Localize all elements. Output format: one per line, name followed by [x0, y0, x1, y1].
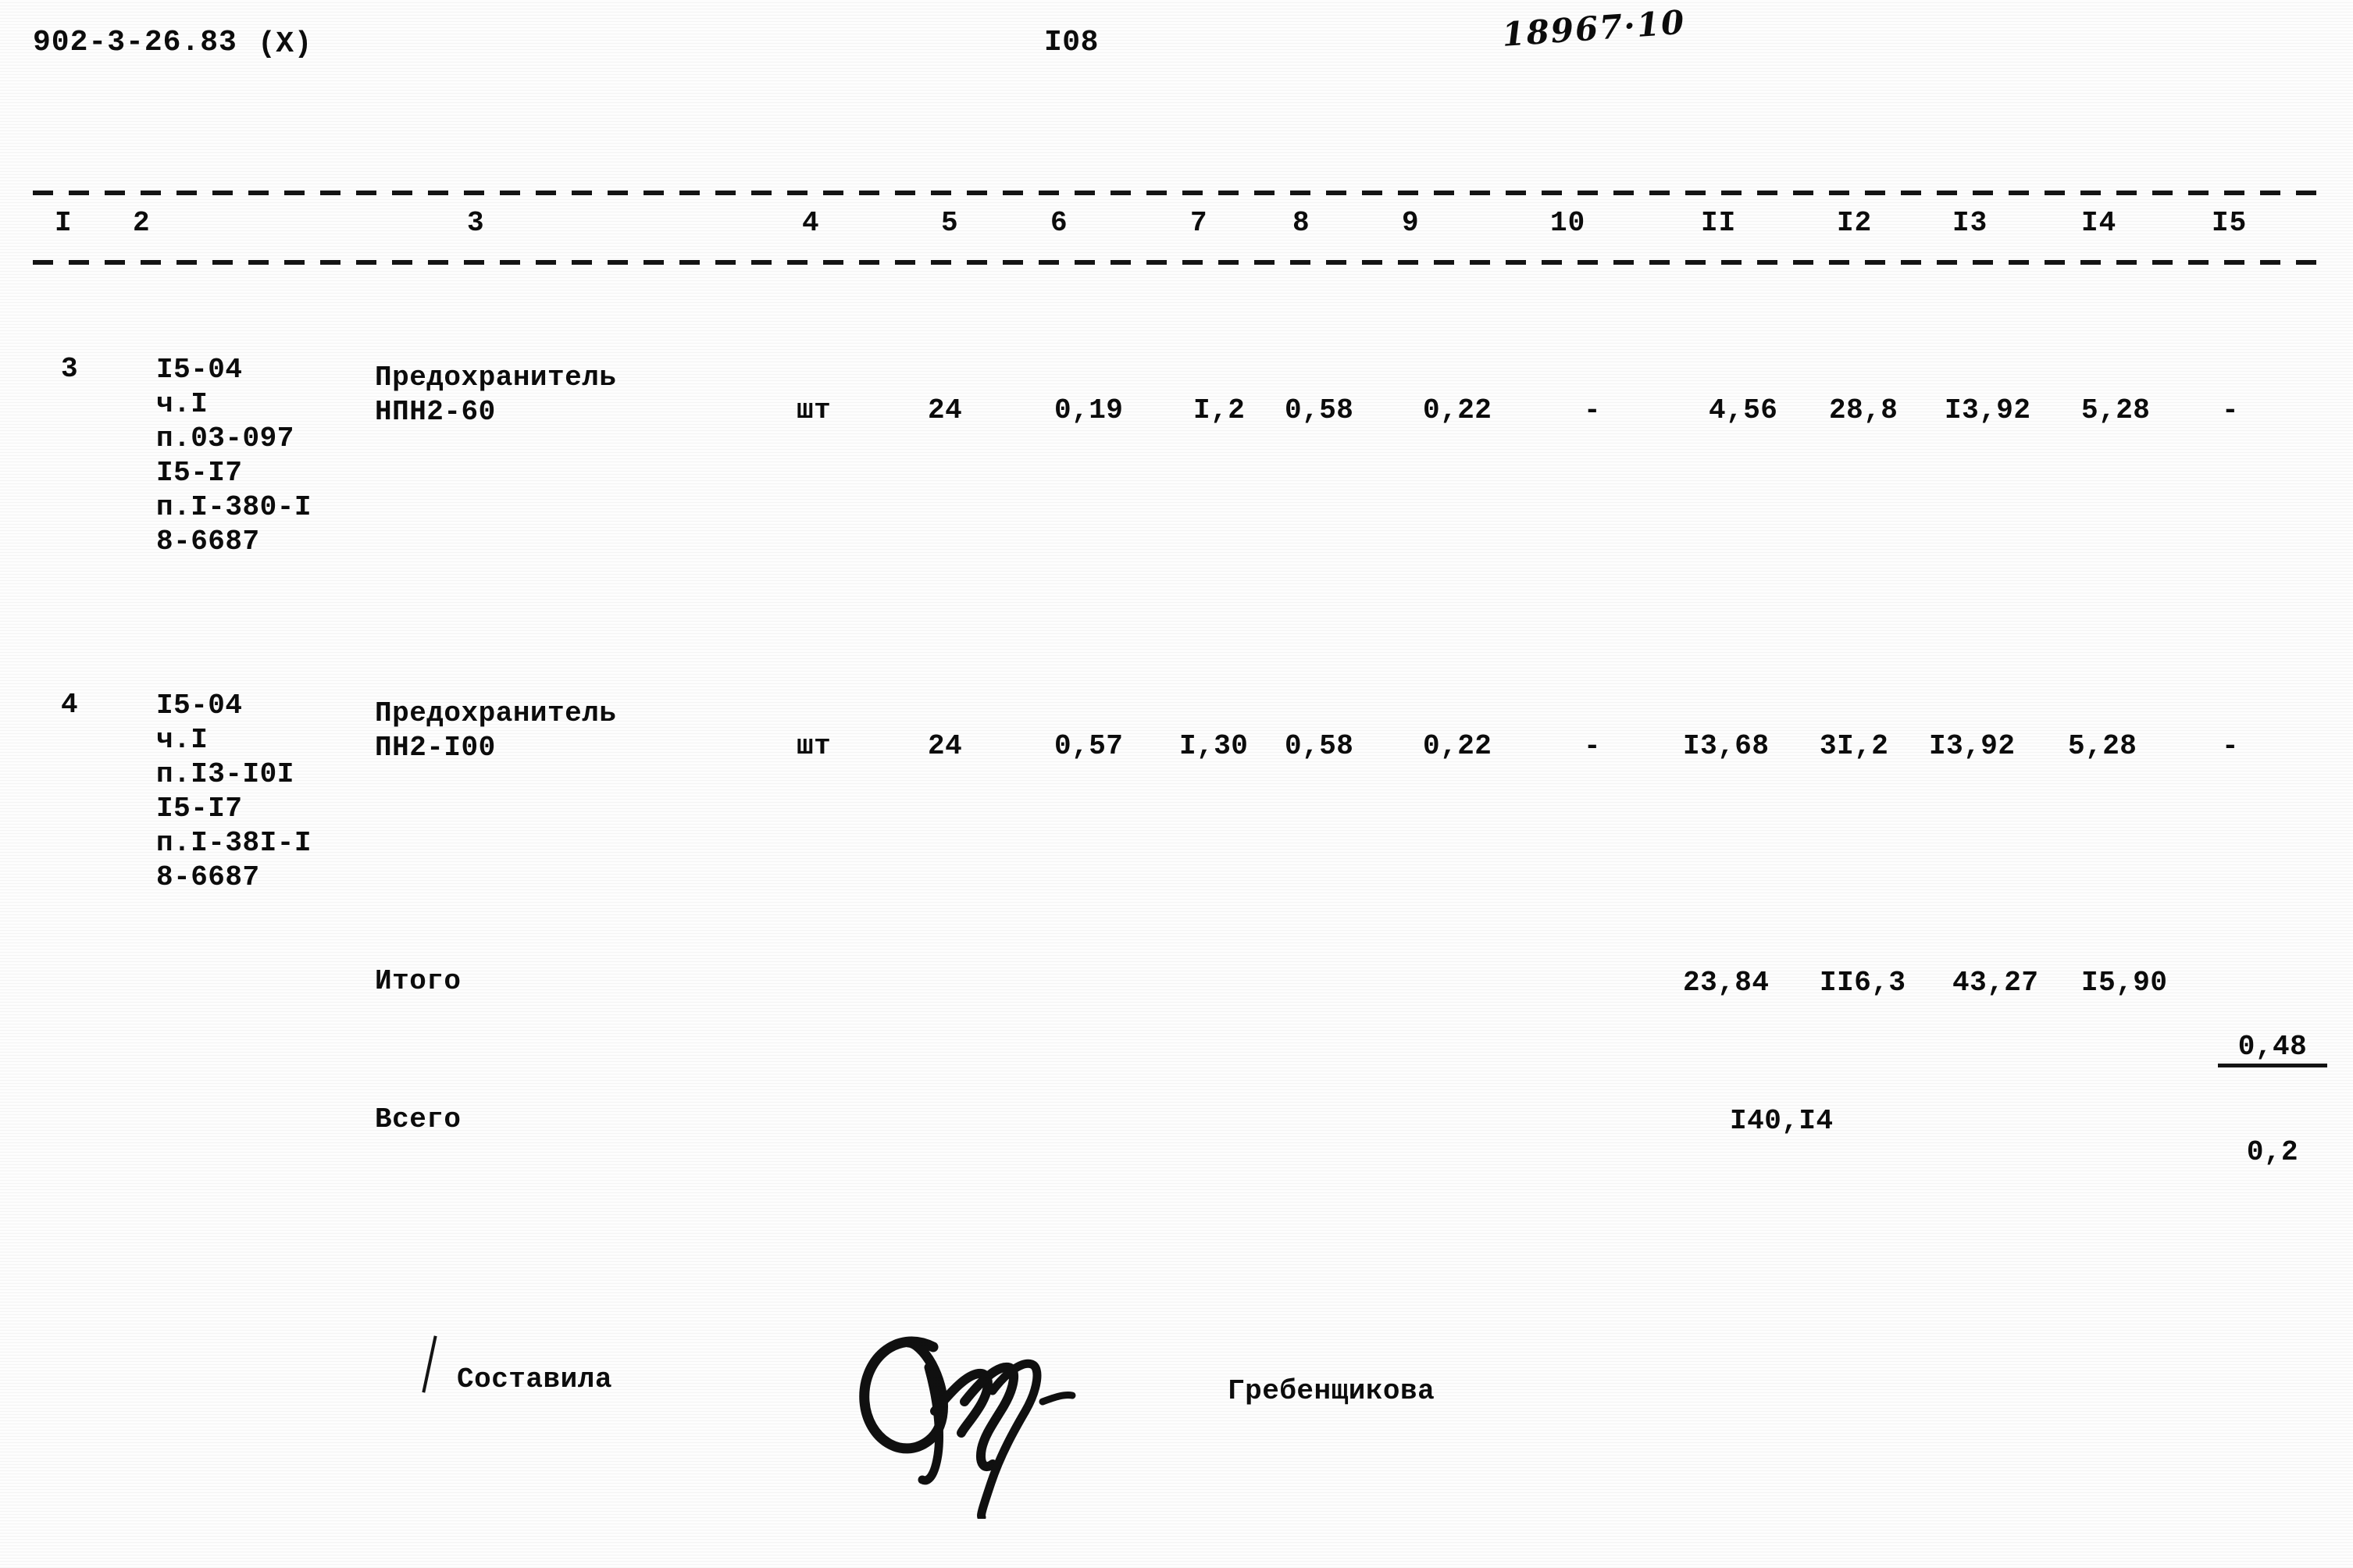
row-col9-value: 0,22	[1423, 394, 1492, 426]
row-col8-value: 0,58	[1285, 730, 1354, 762]
scan-grain-overlay	[0, 0, 2353, 1568]
row-item-name: Предохранитель НПН2-60	[375, 362, 617, 428]
row-quantity: 24	[928, 730, 963, 762]
row-col11-value: I3,68	[1683, 730, 1770, 762]
column-header-2: 2	[133, 207, 151, 239]
row-col12-value: 3I,2	[1820, 730, 1889, 762]
subtotal-col15-fraction: 0,48 0,2	[2218, 967, 2327, 1232]
total-value: I40,I4	[1730, 1105, 1834, 1137]
document-marker: (X)	[258, 27, 312, 61]
row-col13-value: I3,92	[1945, 394, 2031, 426]
subtotal-col15-numerator: 0,48	[2218, 1031, 2327, 1067]
subtotal-label: Итого	[375, 965, 462, 997]
row-col9-value: 0,22	[1423, 730, 1492, 762]
row-col10-value: -	[1584, 394, 1602, 426]
row-col14-value: 5,28	[2068, 730, 2137, 762]
row-col14-value: 5,28	[2081, 394, 2151, 426]
row-codes: I5-04 ч.I п.03-097 I5-I7 п.I-380-I 8-668…	[156, 354, 312, 558]
row-col15-value: -	[2222, 394, 2240, 426]
column-header-10: 10	[1550, 207, 1586, 239]
row-col15-value: -	[2222, 730, 2240, 762]
row-col8-value: 0,58	[1285, 394, 1354, 426]
column-header-15: I5	[2212, 207, 2248, 239]
row-col7-value: I,2	[1193, 394, 1246, 426]
handwritten-note: 18967·10	[1500, 2, 1687, 54]
row-unit: шт	[797, 730, 832, 762]
table-header-rule	[33, 260, 2329, 265]
column-header-14: I4	[2081, 207, 2117, 239]
column-header-8: 8	[1292, 207, 1310, 239]
subtotal-col11-value: 23,84	[1683, 967, 1770, 999]
row-number: 3	[61, 353, 79, 385]
subtotal-col14-value: I5,90	[2081, 967, 2168, 999]
row-codes: I5-04 ч.I п.I3-I0I I5-I7 п.I-38I-I 8-668…	[156, 690, 312, 893]
column-header-13: I3	[1952, 207, 1988, 239]
column-header-3: 3	[467, 207, 485, 239]
compiled-by-name: Гребенщикова	[1228, 1375, 1435, 1407]
row-number: 4	[61, 689, 79, 721]
row-col6-value: 0,57	[1054, 730, 1124, 762]
table-top-rule	[33, 191, 2329, 195]
column-header-4: 4	[802, 207, 820, 239]
slash-mark	[422, 1335, 437, 1393]
column-header-7: 7	[1190, 207, 1208, 239]
column-header-1: I	[55, 207, 73, 239]
row-col10-value: -	[1584, 730, 1602, 762]
column-header-11: II	[1701, 207, 1737, 239]
row-quantity: 24	[928, 394, 963, 426]
subtotal-col13-value: 43,27	[1952, 967, 2039, 999]
document-page: 902-3-26.83 (X) I08 18967·10 I 2 3 4 5 6…	[0, 0, 2353, 1568]
row-col11-value: 4,56	[1709, 394, 1778, 426]
handwritten-signature	[859, 1336, 1076, 1519]
column-header-12: I2	[1837, 207, 1873, 239]
row-unit: шт	[797, 394, 832, 426]
page-number: I08	[1044, 26, 1099, 59]
subtotal-col12-value: II6,3	[1820, 967, 1906, 999]
column-header-5: 5	[941, 207, 959, 239]
column-header-9: 9	[1402, 207, 1420, 239]
row-col12-value: 28,8	[1829, 394, 1898, 426]
compiled-by-label: Составила	[457, 1363, 612, 1395]
subtotal-col15-denominator: 0,2	[2246, 1136, 2299, 1168]
column-header-6: 6	[1050, 207, 1068, 239]
row-col7-value: I,30	[1179, 730, 1249, 762]
row-col6-value: 0,19	[1054, 394, 1124, 426]
document-code: 902-3-26.83	[33, 26, 237, 59]
total-label: Всего	[375, 1103, 462, 1135]
row-item-name: Предохранитель ПН2-I00	[375, 697, 617, 764]
row-col13-value: I3,92	[1929, 730, 2016, 762]
